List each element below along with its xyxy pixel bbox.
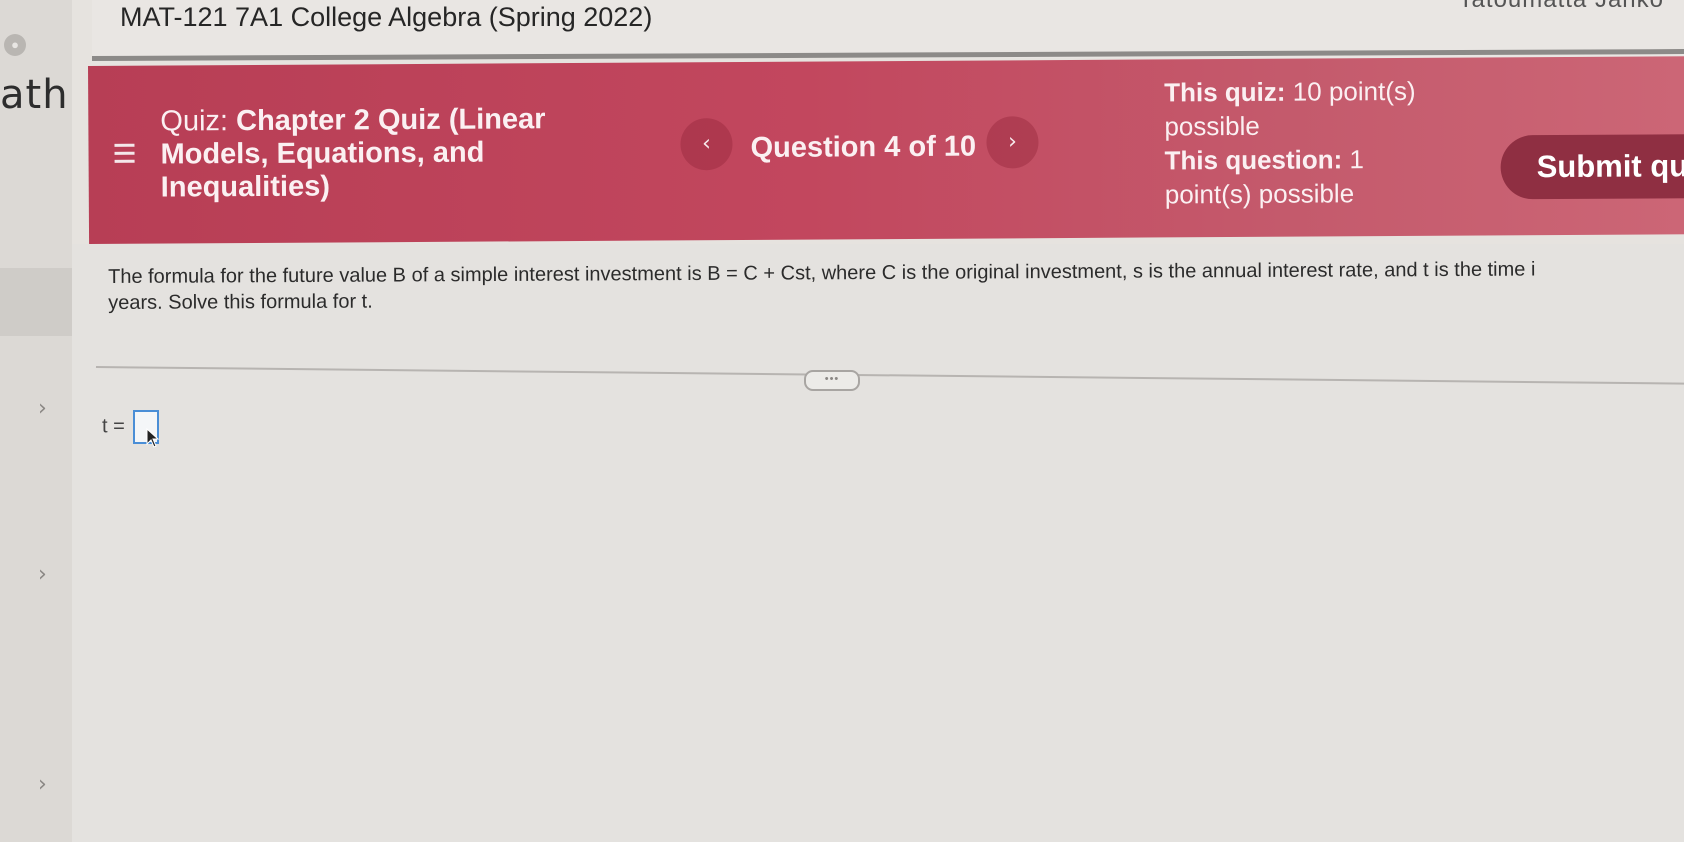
quiz-header: Quiz: Chapter 2 Quiz (Linear Models, Equ… [88, 56, 1684, 244]
left-sidebar [0, 0, 84, 842]
quiz-points-label: This quiz: [1164, 76, 1286, 108]
course-title: MAT-121 7A1 College Algebra (Spring 2022… [120, 2, 653, 32]
user-name: Tatoumatta Janko [1459, 0, 1664, 14]
expand-button[interactable]: ••• [804, 370, 860, 391]
app-logo-icon: ● [4, 34, 26, 56]
question-counter: Question 4 of 10 [750, 130, 977, 164]
quiz-title-prefix: Quiz: [160, 105, 229, 138]
question-content-area [72, 244, 1684, 842]
next-question-button[interactable]: › [986, 116, 1039, 169]
sidebar-chevron-icon[interactable]: › [38, 396, 47, 421]
mouse-cursor-icon [146, 428, 160, 448]
sidebar-chevron-icon[interactable]: › [38, 772, 47, 797]
quiz-title: Quiz: Chapter 2 Quiz (Linear Models, Equ… [160, 103, 581, 205]
answer-label: t = [102, 415, 125, 438]
points-info: This quiz: 10 point(s) possible This que… [1164, 74, 1435, 212]
question-text: The formula for the future value B of a … [108, 256, 1684, 316]
question-points-label: This question: [1164, 144, 1343, 176]
chevron-right-icon: › [1007, 129, 1017, 155]
chevron-left-icon: ‹ [702, 131, 711, 157]
submit-quiz-button[interactable]: Submit qu [1500, 134, 1684, 200]
previous-question-button[interactable]: ‹ [680, 118, 733, 171]
menu-icon[interactable] [114, 143, 135, 163]
sidebar-chevron-icon[interactable]: › [38, 562, 47, 587]
sidebar-title-fragment: ath [0, 72, 69, 118]
